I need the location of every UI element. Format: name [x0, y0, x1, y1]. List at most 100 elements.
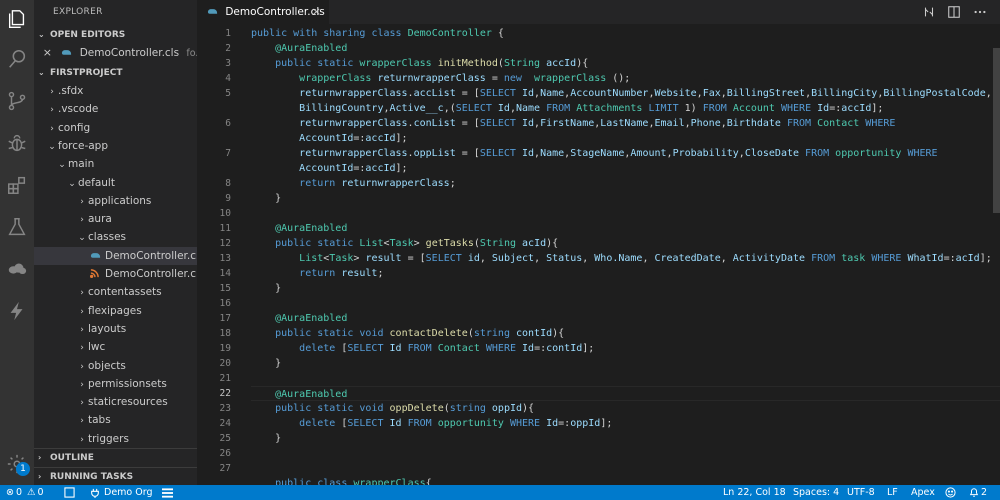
code-line[interactable]: } — [251, 281, 1000, 296]
code-editor[interactable]: 1 2 3 4 5 6 7 8 9 10 11 12 13 14 15 16 17 18 19 20 21 22 23 24 2… — [197, 24, 1000, 485]
indentation[interactable]: Spaces: 4 — [793, 485, 839, 500]
tree-folder[interactable]: › objects — [34, 357, 197, 375]
project-header[interactable]: ⌄ FIRSTPROJECT — [34, 64, 197, 82]
code-line[interactable]: public class wrapperClass{ — [251, 476, 1000, 485]
terminal-icon[interactable] — [64, 485, 75, 500]
tree-file[interactable]: DemoController.cls — [34, 246, 197, 265]
more-actions-icon[interactable] — [972, 4, 988, 20]
tree-folder[interactable]: ⌄ default — [34, 174, 197, 192]
code-line[interactable]: delete [SELECT Id FROM opportunity WHERE… — [251, 416, 1000, 431]
code-line[interactable]: delete [SELECT Id FROM Contact WHERE Id=… — [251, 341, 1000, 356]
code-line[interactable]: return returnwrapperClass; — [251, 176, 1000, 191]
tree-folder[interactable]: › config — [34, 119, 197, 137]
line-number: 3 — [225, 58, 231, 69]
cursor-position[interactable]: Ln 22, Col 18 — [723, 485, 786, 500]
code-line[interactable] — [251, 461, 1000, 476]
line-number: 11 — [219, 223, 231, 234]
open-editors-header[interactable]: ⌄ OPEN EDITORS — [34, 26, 197, 44]
notifications[interactable]: 2 — [969, 485, 987, 500]
code-line[interactable]: AccountId=:accId]; — [251, 131, 1000, 146]
close-icon[interactable]: × — [34, 44, 52, 62]
tree-file[interactable]: DemoController.cls-... — [34, 265, 197, 283]
code-line[interactable] — [251, 446, 1000, 461]
line-number: 5 — [225, 88, 231, 99]
code-line[interactable]: wrapperClass returnwrapperClass = new wr… — [251, 71, 1000, 86]
code-line[interactable]: @AuraEnabled — [251, 221, 1000, 236]
tree-label: triggers — [88, 432, 129, 445]
compare-icon[interactable] — [921, 4, 937, 20]
project-label: FIRSTPROJECT — [50, 68, 123, 78]
code-line[interactable]: List<Task> result = [SELECT id, Subject,… — [251, 251, 1000, 266]
line-number: 20 — [219, 358, 231, 369]
tree-folder[interactable]: › staticresources — [34, 393, 197, 411]
code-line[interactable]: public with sharing class DemoController… — [251, 26, 1000, 41]
encoding[interactable]: UTF-8 — [847, 485, 875, 500]
running-tasks-header[interactable]: › RUNNING TASKS — [34, 467, 197, 485]
tab-close-icon[interactable]: × — [312, 0, 321, 24]
code-line[interactable] — [251, 296, 1000, 311]
line-number: 16 — [219, 298, 231, 309]
tree-folder[interactable]: ⌄ force-app — [34, 137, 197, 155]
debug-icon[interactable] — [0, 126, 34, 160]
tab-democontroller[interactable]: DemoController.cls × — [197, 0, 329, 24]
code-line[interactable]: @AuraEnabled — [251, 41, 1000, 56]
code-line[interactable]: AccountId=:accId]; — [251, 161, 1000, 176]
outline-header[interactable]: › OUTLINE — [34, 448, 197, 466]
tree-folder[interactable]: › contentassets — [34, 283, 197, 301]
chevron-down-icon: ⌄ — [78, 233, 86, 244]
tree-folder[interactable]: › .sfdx — [34, 82, 197, 100]
org-selector[interactable]: Demo Org — [90, 485, 153, 500]
open-editor-item[interactable]: × DemoController.cls fo... — [34, 44, 197, 62]
code-line[interactable]: BillingCountry,Active__c,(SELECT Id,Name… — [251, 101, 1000, 116]
salesforce-icon[interactable] — [0, 252, 34, 286]
code-line[interactable]: } — [251, 356, 1000, 371]
code-line[interactable]: public static List<Task> getTasks(String… — [251, 236, 1000, 251]
tree-folder[interactable]: › aura — [34, 210, 197, 228]
tree-folder[interactable]: › .vscode — [34, 100, 197, 118]
test-icon[interactable] — [0, 210, 34, 244]
tree-folder[interactable]: › lwc — [34, 338, 197, 356]
tree-folder[interactable]: › tabs — [34, 411, 197, 429]
code-area[interactable]: public with sharing class DemoController… — [251, 24, 1000, 485]
tree-label: staticresources — [88, 396, 168, 409]
problems-indicator[interactable]: ⊗ 0 ⚠ 0 — [6, 485, 44, 500]
code-line[interactable] — [251, 206, 1000, 221]
code-line[interactable]: returnwrapperClass.oppList = [SELECT Id,… — [251, 146, 1000, 161]
code-line[interactable] — [251, 371, 1000, 386]
tree-folder[interactable]: › flexipages — [34, 302, 197, 320]
warning-icon: ⚠ — [27, 487, 36, 498]
code-line[interactable]: returnwrapperClass.conList = [SELECT Id,… — [251, 116, 1000, 131]
lightning-icon[interactable] — [0, 294, 34, 328]
tree-folder[interactable]: › triggers — [34, 430, 197, 448]
scrollbar-thumb[interactable] — [993, 48, 1000, 213]
language-mode[interactable]: Apex — [911, 485, 935, 500]
code-line[interactable]: @AuraEnabled — [251, 386, 1000, 401]
tree-folder[interactable]: › applications — [34, 192, 197, 210]
code-line[interactable]: returnwrapperClass.accList = [SELECT Id,… — [251, 86, 1000, 101]
code-line[interactable]: public static void contactDelete(string … — [251, 326, 1000, 341]
chevron-down-icon: ⌄ — [38, 68, 45, 77]
explorer-icon[interactable] — [0, 2, 34, 36]
line-ending[interactable]: LF — [887, 485, 898, 500]
source-control-icon[interactable] — [0, 84, 34, 118]
code-line[interactable]: public static void oppDelete(string oppI… — [251, 401, 1000, 416]
code-line[interactable]: } — [251, 191, 1000, 206]
search-icon[interactable] — [0, 42, 34, 76]
line-number: 24 — [219, 418, 231, 429]
tree-folder[interactable]: ⌄ main — [34, 155, 197, 173]
tree-folder[interactable]: › layouts — [34, 320, 197, 338]
line-number: 7 — [225, 148, 231, 159]
tree-folder[interactable]: ⌄ classes — [34, 228, 197, 246]
code-line[interactable]: } — [251, 431, 1000, 446]
chevron-right-icon: › — [80, 434, 84, 445]
extensions-icon[interactable] — [0, 168, 34, 202]
menu-icon[interactable] — [162, 485, 173, 500]
split-editor-icon[interactable] — [946, 4, 962, 20]
chevron-right-icon: › — [80, 196, 84, 207]
code-line[interactable]: return result; — [251, 266, 1000, 281]
code-line[interactable]: @AuraEnabled — [251, 311, 1000, 326]
tree-folder[interactable]: › permissionsets — [34, 375, 197, 393]
tree-label: DemoController.cls — [105, 249, 197, 262]
code-line[interactable]: public static wrapperClass initMethod(St… — [251, 56, 1000, 71]
feedback-icon[interactable] — [945, 485, 956, 500]
